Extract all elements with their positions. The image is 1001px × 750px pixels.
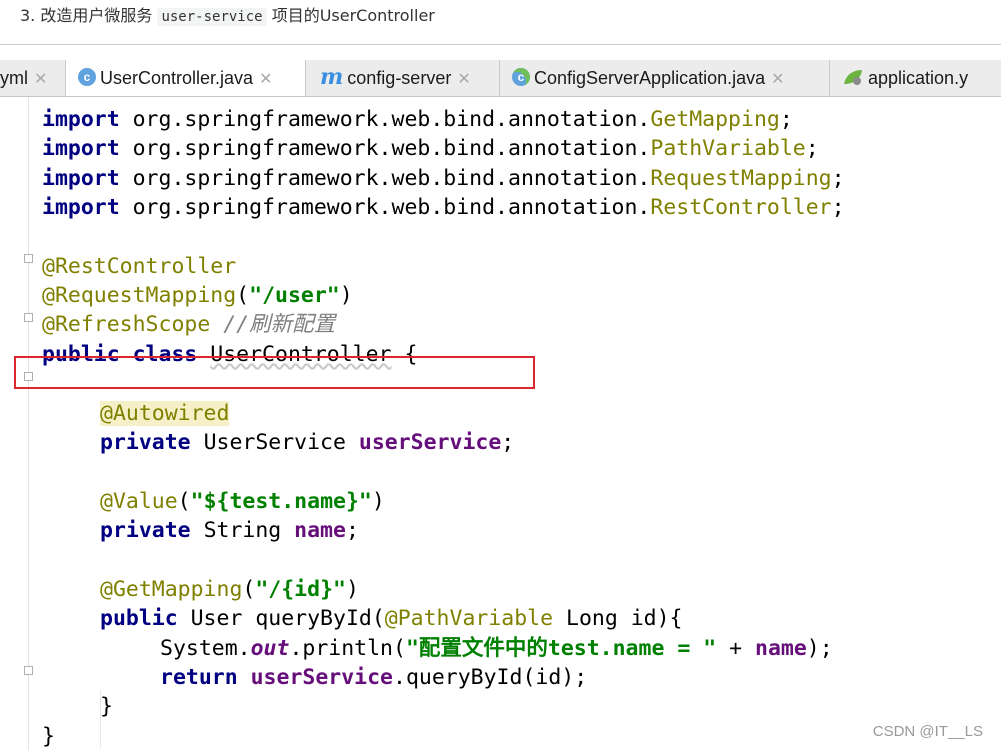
tab-application-yml[interactable]: application.y bbox=[830, 60, 1001, 96]
fold-marker-icon[interactable] bbox=[24, 313, 33, 322]
code-line-annotation: @RequestMapping("/user") bbox=[42, 283, 353, 308]
java-class-icon: c bbox=[78, 68, 96, 87]
code-line-refresh-scope: @RefreshScope //刷新配置 bbox=[42, 312, 336, 337]
close-icon[interactable]: ✕ bbox=[771, 71, 784, 88]
tab-configserverapplication-java[interactable]: c ConfigServerApplication.java ✕ bbox=[500, 60, 830, 96]
maven-module-icon: m bbox=[320, 64, 344, 91]
code-line-annotation: @Value("${test.name}") bbox=[100, 489, 385, 514]
code-line-field: private UserService userService; bbox=[100, 430, 515, 455]
tab-yml[interactable]: yml ✕ bbox=[0, 60, 66, 96]
caption-text: 3. 改造用户微服务 bbox=[20, 6, 158, 25]
tab-label: UserController.java bbox=[100, 68, 254, 88]
spring-class-icon: c bbox=[512, 68, 530, 87]
code-line-import: import org.springframework.web.bind.anno… bbox=[42, 136, 819, 161]
tab-label: ConfigServerApplication.java bbox=[534, 68, 766, 88]
code-line-import: import org.springframework.web.bind.anno… bbox=[42, 195, 845, 220]
tab-usercontroller-java[interactable]: c UserController.java ✕ bbox=[66, 60, 306, 96]
highlight-box bbox=[14, 356, 535, 389]
fold-marker-icon[interactable] bbox=[24, 666, 33, 675]
code-line-close-brace: } bbox=[42, 724, 55, 749]
watermark: CSDN @IT__LS bbox=[870, 723, 985, 740]
caption-text-suffix: 项目的UserController bbox=[266, 6, 435, 25]
code-line-close-brace: } bbox=[100, 694, 113, 719]
code-line-import: import org.springframework.web.bind.anno… bbox=[42, 166, 845, 191]
spring-leaf-icon bbox=[844, 70, 862, 86]
close-icon[interactable]: ✕ bbox=[34, 71, 47, 88]
close-icon[interactable]: ✕ bbox=[259, 71, 272, 88]
tab-label: application.y bbox=[868, 68, 969, 88]
code-line-annotation: @RestController bbox=[42, 254, 237, 279]
code-editor[interactable]: import org.springframework.web.bind.anno… bbox=[0, 97, 1001, 750]
code-line-annotation: @Autowired bbox=[100, 401, 230, 426]
editor-gutter bbox=[28, 97, 29, 750]
fold-marker-icon[interactable] bbox=[24, 254, 33, 263]
code-line-method-declaration: public User queryById(@PathVariable Long… bbox=[100, 606, 683, 631]
tab-config-server[interactable]: m config-server ✕ bbox=[306, 60, 500, 96]
code-line-annotation: @GetMapping("/{id}") bbox=[100, 577, 359, 602]
section-caption: 3. 改造用户微服务 user-service 项目的UserControlle… bbox=[20, 4, 435, 28]
code-line-field: private String name; bbox=[100, 518, 359, 543]
close-icon[interactable]: ✕ bbox=[457, 71, 470, 88]
code-line-println: System.out.println("配置文件中的test.name = " … bbox=[160, 636, 833, 661]
editor-tab-bar: yml ✕ c UserController.java ✕ m config-serve… bbox=[0, 60, 1001, 97]
caption-code: user-service bbox=[157, 8, 267, 26]
tab-label: yml bbox=[0, 68, 28, 88]
tab-label: config-server bbox=[347, 68, 452, 88]
code-line-return: return userService.queryById(id); bbox=[160, 665, 588, 690]
ide-screenshot: yml ✕ c UserController.java ✕ m config-serve… bbox=[0, 44, 1001, 750]
code-line-import: import org.springframework.web.bind.anno… bbox=[42, 107, 793, 132]
